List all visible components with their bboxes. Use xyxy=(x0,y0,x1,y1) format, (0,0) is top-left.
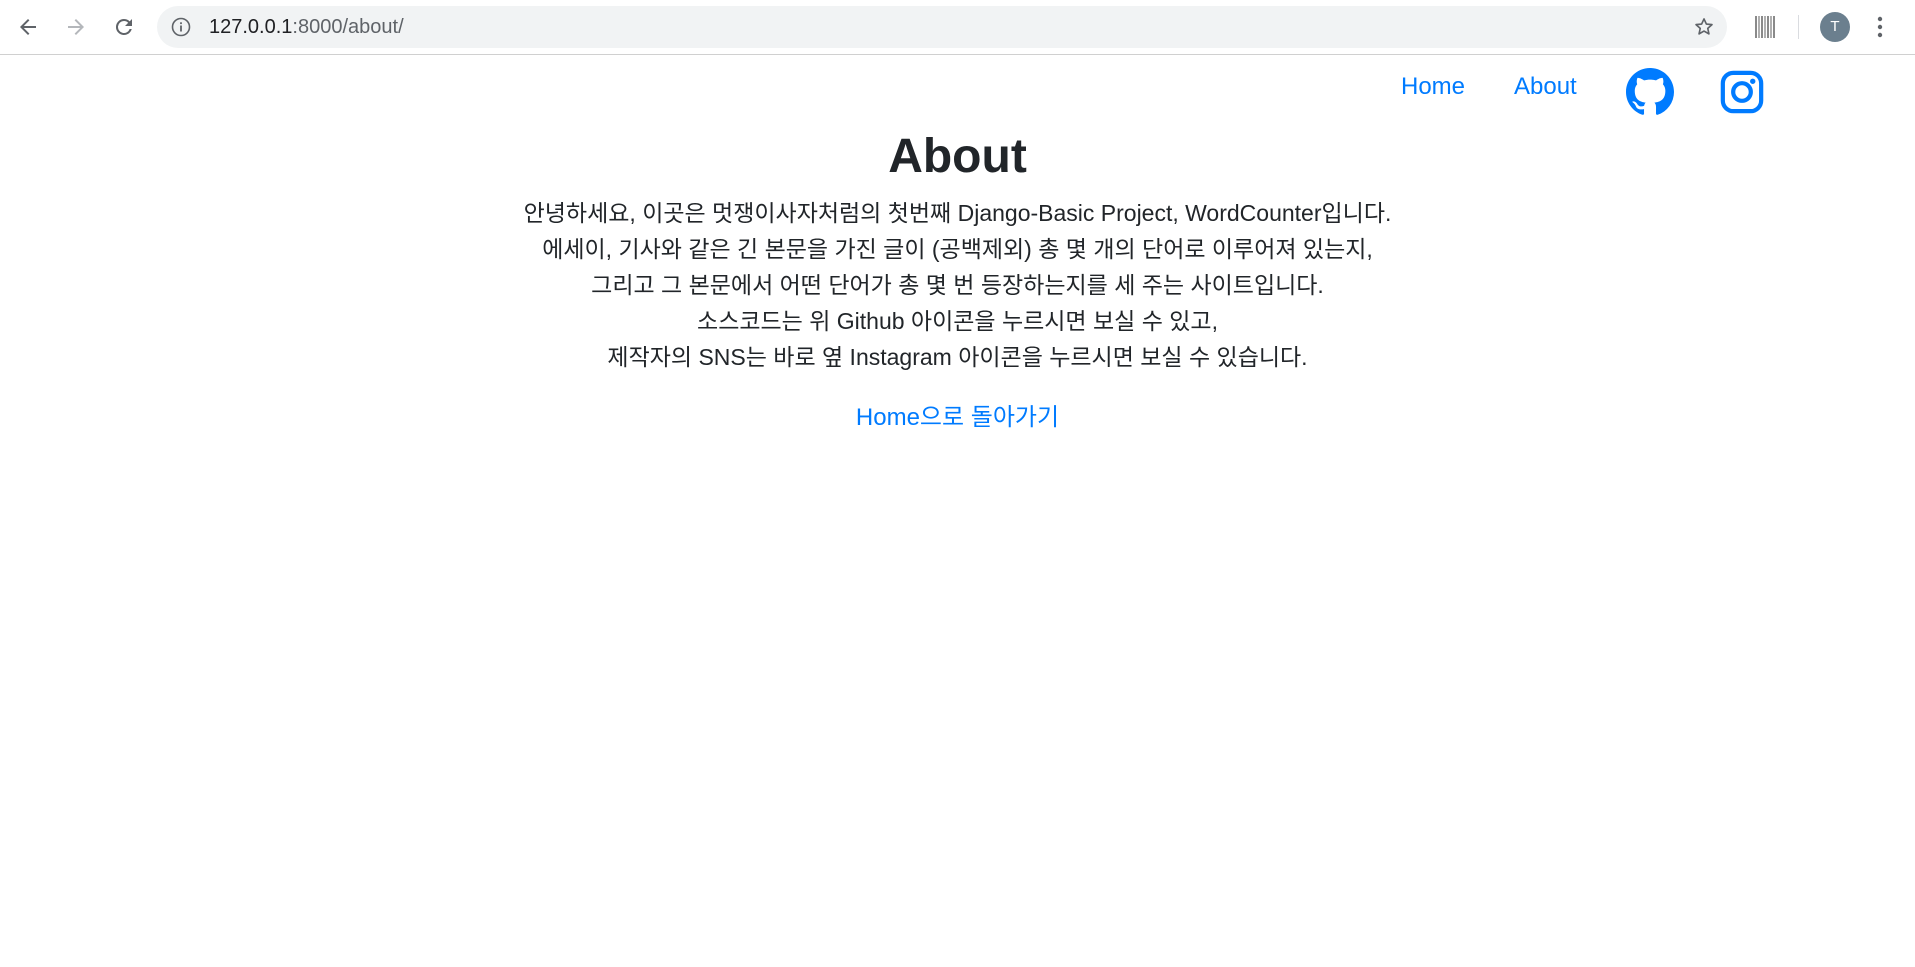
info-icon[interactable] xyxy=(170,16,192,38)
description-line: 그리고 그 본문에서 어떤 단어가 총 몇 번 등장하는지를 세 주는 사이트입… xyxy=(591,272,1324,298)
reload-icon[interactable] xyxy=(108,11,140,43)
description-line: 안녕하세요, 이곳은 멋쟁이사자처럼의 첫번째 Django-Basic Pro… xyxy=(523,200,1392,226)
forward-arrow-icon[interactable] xyxy=(60,11,92,43)
url-path: :8000/about/ xyxy=(292,16,404,38)
browser-toolbar: 127.0.0.1:8000/about/ T xyxy=(0,0,1915,55)
back-arrow-icon[interactable] xyxy=(12,11,44,43)
address-bar[interactable]: 127.0.0.1:8000/about/ xyxy=(157,6,1727,48)
description-line: 소스코드는 위 Github 아이콘을 누르시면 보실 수 있고, xyxy=(697,308,1218,334)
github-icon[interactable] xyxy=(1625,67,1675,117)
nav-link-home[interactable]: Home xyxy=(1401,73,1465,101)
about-description: 안녕하세요, 이곳은 멋쟁이사자처럼의 첫번째 Django-Basic Pro… xyxy=(0,195,1915,375)
description-line: 에세이, 기사와 같은 긴 본문을 가진 글이 (공백제외) 총 몇 개의 단어… xyxy=(542,236,1373,262)
nav-link-about[interactable]: About xyxy=(1514,73,1577,101)
main-content: About 안녕하세요, 이곳은 멋쟁이사자처럼의 첫번째 Django-Bas… xyxy=(0,127,1915,432)
bookmark-star-icon[interactable] xyxy=(1691,14,1717,40)
profile-avatar[interactable]: T xyxy=(1820,12,1850,42)
page-title: About xyxy=(888,130,1027,183)
kebab-menu-icon[interactable] xyxy=(1872,11,1888,43)
site-navbar: Home About xyxy=(0,55,1915,127)
url-text[interactable]: 127.0.0.1:8000/about/ xyxy=(209,6,404,48)
instagram-icon[interactable] xyxy=(1717,67,1767,117)
url-host: 127.0.0.1 xyxy=(209,16,293,38)
back-to-home-link[interactable]: Home으로 돌아가기 xyxy=(856,397,1059,432)
description-line: 제작자의 SNS는 바로 옆 Instagram 아이콘을 누르시면 보실 수 … xyxy=(607,344,1308,370)
extension-icon[interactable] xyxy=(1755,16,1775,38)
toolbar-divider xyxy=(1798,15,1799,39)
